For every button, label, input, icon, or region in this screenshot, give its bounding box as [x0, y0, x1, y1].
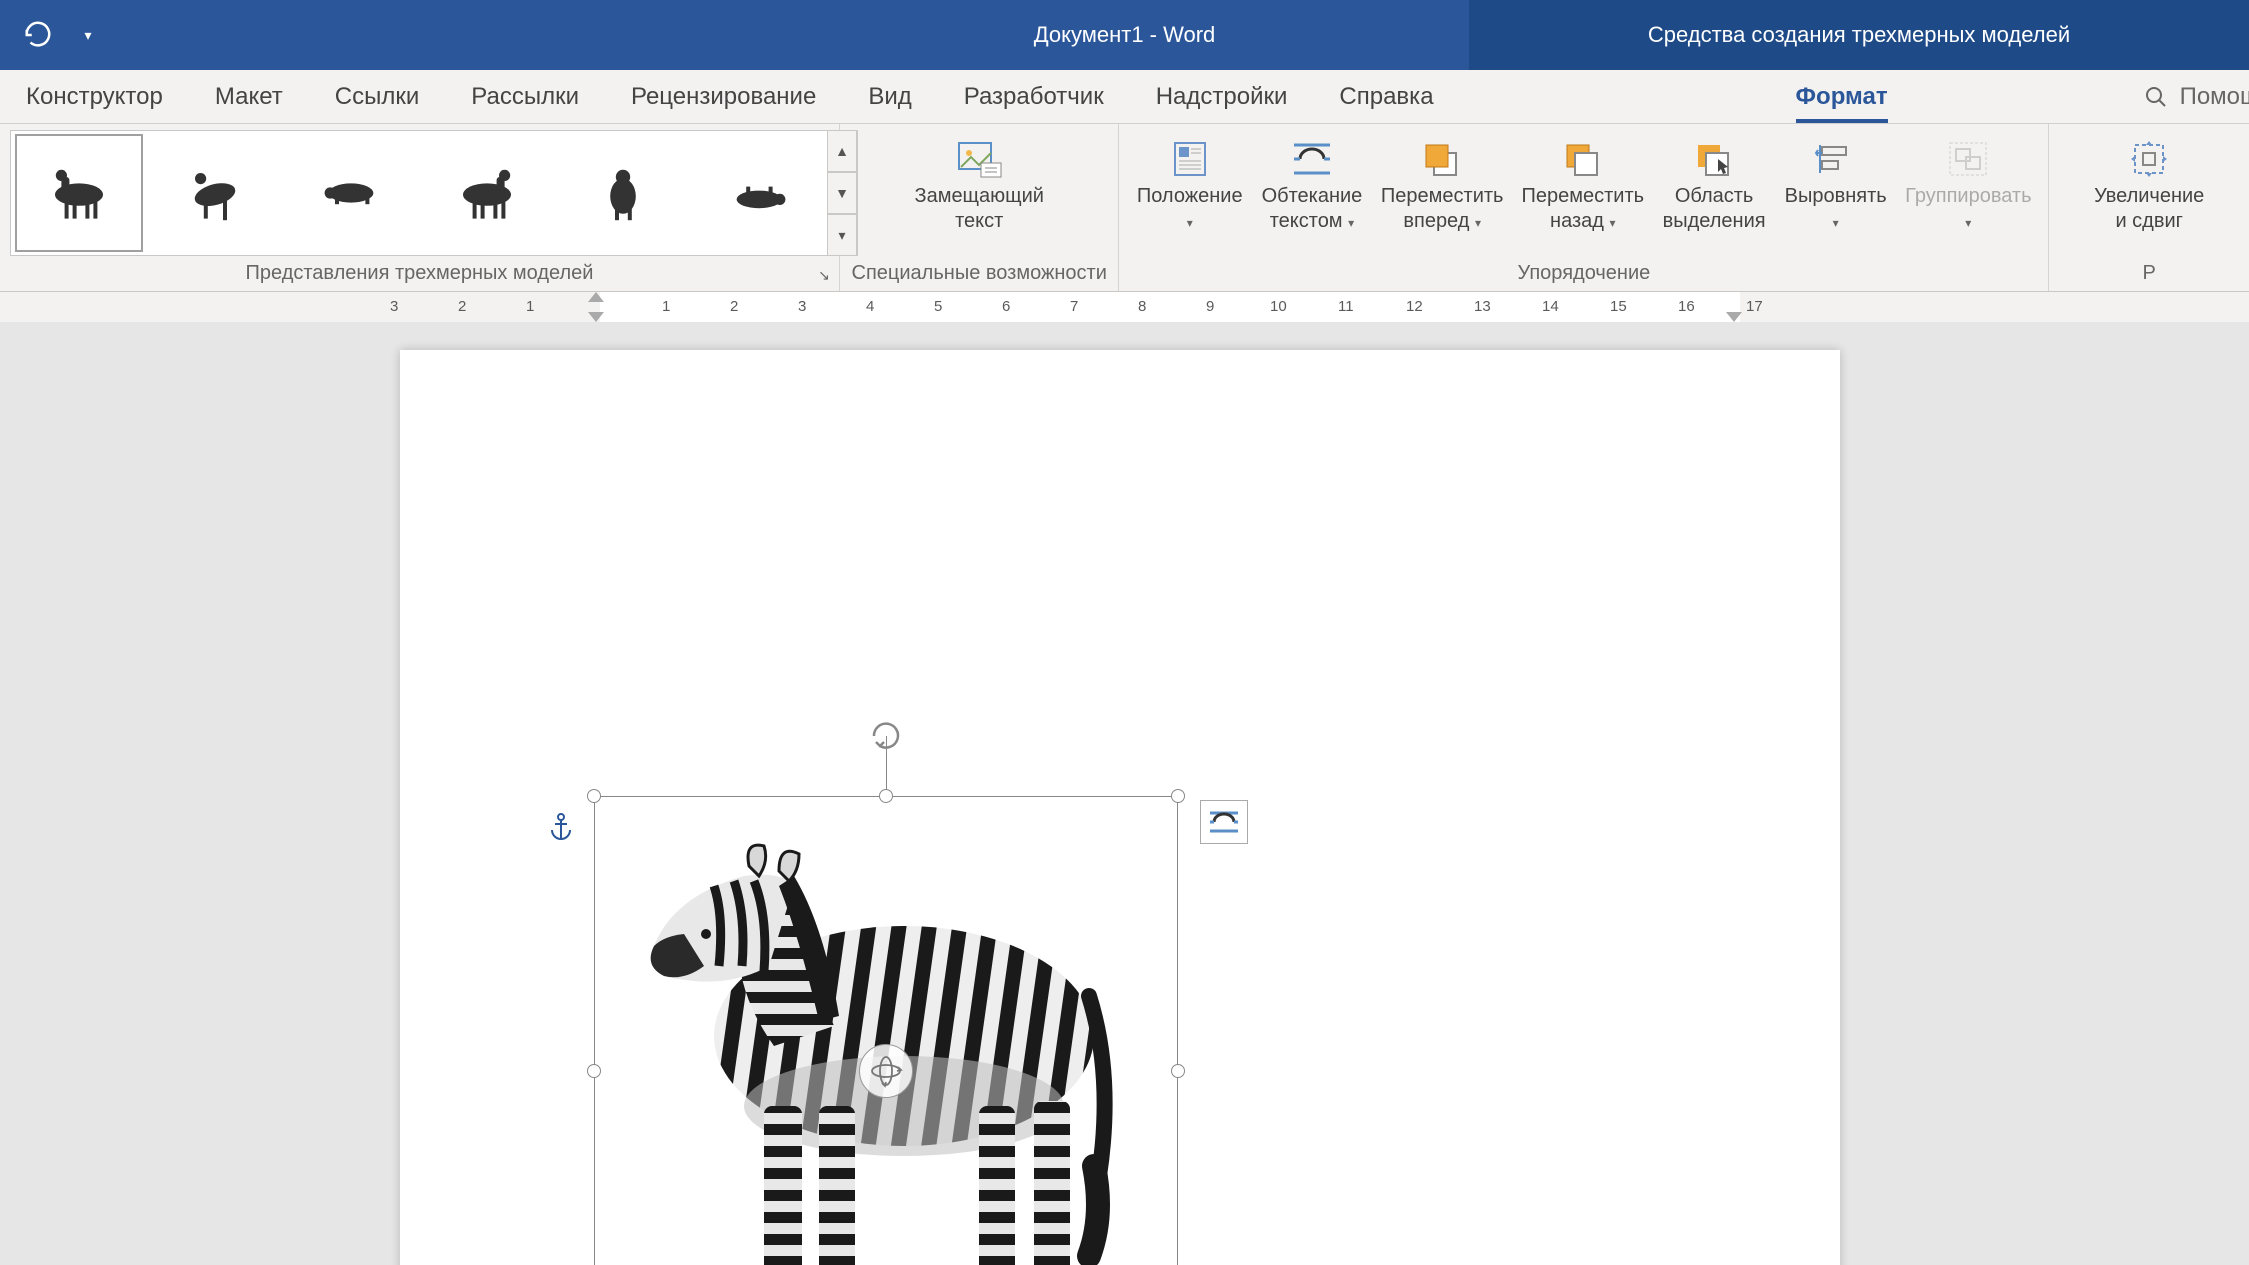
anchor-icon[interactable]: [548, 812, 574, 847]
tab-developer[interactable]: Разработчик: [938, 70, 1130, 123]
first-line-indent-marker[interactable]: [588, 292, 604, 302]
selection-pane-icon: [1692, 139, 1736, 179]
wrap-text-icon: [1290, 139, 1334, 179]
pan-zoom-button[interactable]: Увеличение и сдвиг: [2084, 130, 2214, 238]
document-title: Документ1 - Word: [1034, 22, 1216, 48]
tab-mailings[interactable]: Рассылки: [445, 70, 605, 123]
3d-view-2[interactable]: [151, 134, 279, 252]
position-button[interactable]: Положение▾: [1129, 130, 1250, 238]
tell-me-label: Помощни: [2180, 83, 2249, 111]
group-3d-views-label: Представления трехмерных моделей ↘: [0, 260, 839, 287]
3d-view-4[interactable]: [423, 134, 551, 252]
ribbon: ▲ ▼ ▾ Представления трехмерных моделей ↘: [0, 124, 2249, 292]
resize-handle-r[interactable]: [1171, 1064, 1185, 1078]
group-3d-views-launcher[interactable]: ↘: [815, 267, 833, 285]
qat-customize-icon[interactable]: ▾: [70, 17, 106, 53]
undo-icon[interactable]: [20, 17, 56, 53]
contextual-tab-title: Средства создания трехмерных моделей: [1469, 0, 2249, 70]
tab-references[interactable]: Ссылки: [309, 70, 446, 123]
ribbon-tabs: Конструктор Макет Ссылки Рассылки Реценз…: [0, 70, 2249, 124]
bring-forward-icon: [1420, 139, 1464, 179]
resize-handle-tr[interactable]: [1171, 789, 1185, 803]
3d-view-5[interactable]: [559, 134, 687, 252]
tab-view[interactable]: Вид: [842, 70, 937, 123]
pan-zoom-icon: [2125, 137, 2173, 181]
3d-view-1[interactable]: [15, 134, 143, 252]
position-icon: [1169, 137, 1211, 181]
group-size-label: Р: [2049, 260, 2249, 287]
3d-rotate-control[interactable]: [859, 1044, 913, 1098]
horizontal-ruler[interactable]: 3 2 1 1 2 3 4 5 6 7 8 9 10 11 12 13 14 1…: [0, 292, 2249, 322]
tab-help[interactable]: Справка: [1313, 70, 1459, 123]
send-backward-button[interactable]: Переместить назад ▾: [1514, 130, 1651, 238]
group-accessibility-label: Специальные возможности: [840, 260, 1118, 287]
tab-addins[interactable]: Надстройки: [1130, 70, 1314, 123]
right-indent-marker[interactable]: [1726, 312, 1742, 322]
rotate-handle[interactable]: [866, 716, 906, 756]
document-area: 3 2 1 1 2 3 4 5 6 7 8 9 10 11 12 13 14 1…: [0, 292, 2249, 1265]
title-bar: ▾ Документ1 - Word Средства создания тре…: [0, 0, 2249, 70]
wrap-text-button[interactable]: Обтекание текстом ▾: [1254, 130, 1370, 238]
zebra-3d-model[interactable]: [604, 816, 1144, 1265]
tab-layout[interactable]: Макет: [189, 70, 309, 123]
send-backward-icon: [1561, 139, 1605, 179]
alt-text-icon: [955, 137, 1003, 181]
search-icon: [2144, 85, 2168, 109]
resize-handle-t[interactable]: [879, 789, 893, 803]
bring-forward-button[interactable]: Переместить вперед ▾: [1374, 130, 1511, 238]
tell-me-search[interactable]: Помощни: [2144, 70, 2249, 123]
hanging-indent-marker[interactable]: [588, 312, 604, 322]
resize-handle-tl[interactable]: [587, 789, 601, 803]
layout-options-button[interactable]: [1200, 800, 1248, 844]
3d-view-3[interactable]: [287, 134, 415, 252]
group-arrange-label: Упорядочение: [1119, 260, 2048, 287]
3d-views-gallery: ▲ ▼ ▾: [10, 130, 858, 256]
selection-pane-button[interactable]: Область выделения: [1655, 130, 1773, 238]
align-icon: [1814, 139, 1858, 179]
alt-text-button[interactable]: Замещающий текст: [904, 130, 1053, 238]
tab-review[interactable]: Рецензирование: [605, 70, 842, 123]
3d-model-selection[interactable]: [594, 796, 1178, 1265]
tab-format[interactable]: Формат: [1770, 70, 1914, 123]
align-button[interactable]: Выровнять▾: [1777, 130, 1894, 238]
resize-handle-l[interactable]: [587, 1064, 601, 1078]
group-icon: [1946, 139, 1990, 179]
3d-view-6[interactable]: [695, 134, 823, 252]
layout-options-icon: [1207, 808, 1241, 836]
tab-design[interactable]: Конструктор: [0, 70, 189, 123]
group-button: Группировать▾: [1898, 130, 2038, 238]
